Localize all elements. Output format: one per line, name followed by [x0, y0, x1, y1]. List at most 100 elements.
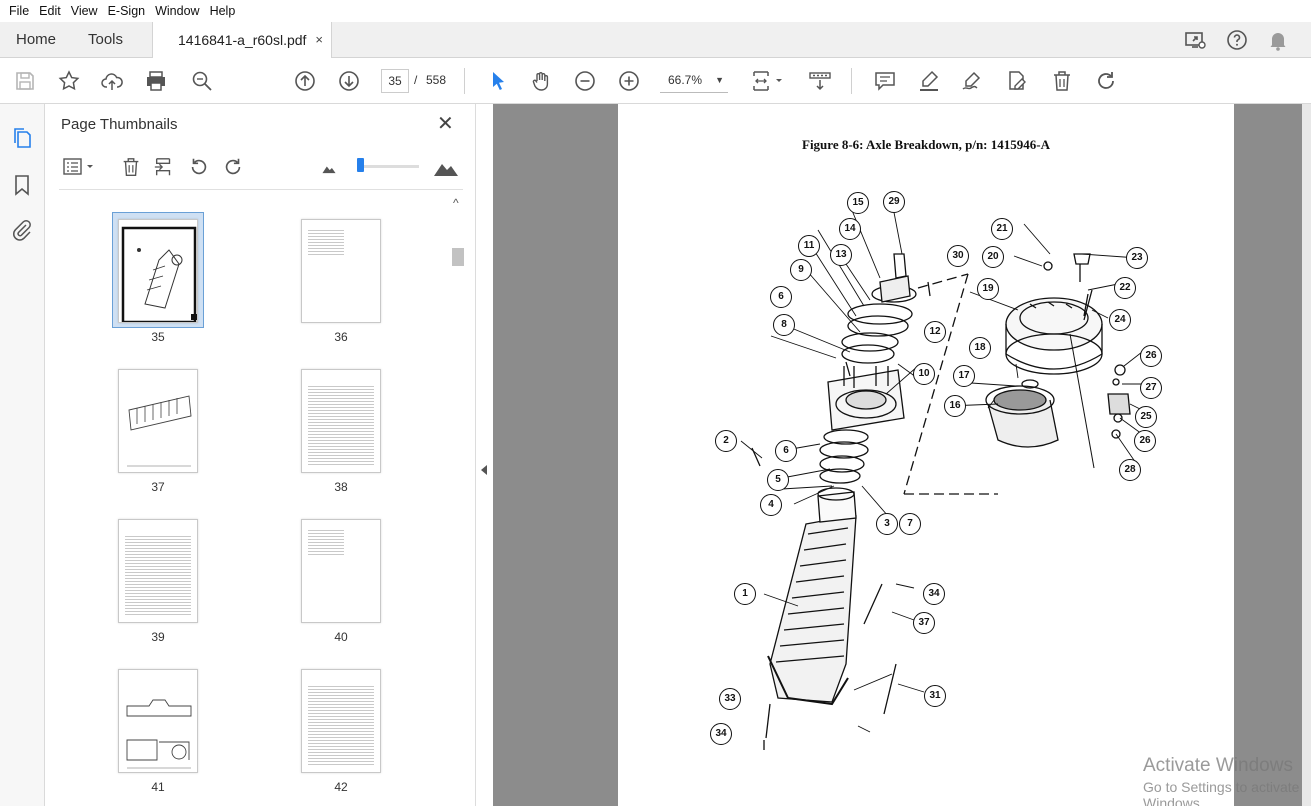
page-thumbnail[interactable]: [301, 369, 381, 473]
main-toolbar: 35 / 558 66.7% ▼: [0, 58, 1311, 104]
thumbnail-text-line: [308, 752, 374, 753]
document-scrollbar[interactable]: [1302, 104, 1311, 806]
previous-page-icon[interactable]: [293, 69, 317, 93]
thumbnail-table-line: [308, 245, 344, 246]
thumbnail-text-line: [308, 686, 374, 687]
menu-esign[interactable]: E-Sign: [103, 0, 151, 22]
thumbnail-text-line: [308, 413, 374, 414]
share-screen-icon[interactable]: [1183, 28, 1207, 52]
thumbnail-page-number: 39: [151, 630, 165, 644]
thumbnail-text-line: [308, 425, 374, 426]
thumbnail-text-line: [308, 737, 374, 738]
tab-tools[interactable]: Tools: [88, 22, 123, 58]
menu-view[interactable]: View: [66, 0, 103, 22]
thumbnail-table-line: [308, 548, 344, 549]
print-icon[interactable]: [144, 69, 168, 93]
page-number-input[interactable]: 35: [381, 69, 409, 93]
callout-number: 12: [924, 321, 946, 343]
comment-icon[interactable]: [873, 69, 897, 93]
help-icon[interactable]: [1225, 28, 1249, 52]
delete-pages-icon[interactable]: [120, 156, 142, 178]
thumbnail-table-line: [308, 530, 344, 531]
thumbnail-text-line: [308, 398, 374, 399]
hand-tool-icon[interactable]: [529, 69, 553, 93]
thumbnail-size-slider-handle[interactable]: [357, 158, 364, 172]
thumbnail-text-line: [308, 764, 374, 765]
thumbnail-text-line: [308, 743, 374, 744]
thumbnail-text-line: [125, 602, 191, 603]
close-panel-icon[interactable]: ✕: [437, 114, 454, 134]
thumbnail-options-menu-icon[interactable]: [62, 156, 96, 178]
thumbnail-table-line: [308, 239, 344, 240]
page-thumbnail[interactable]: [118, 369, 198, 473]
scroll-up-icon[interactable]: ^: [453, 196, 459, 210]
highlight-pen-icon[interactable]: [917, 69, 941, 93]
thumbnail-page-number: 38: [334, 480, 348, 494]
thumbnail-text-line: [125, 539, 191, 540]
menu-window[interactable]: Window: [150, 0, 204, 22]
thumbnail-text-line: [308, 746, 374, 747]
page-separator: /: [414, 73, 418, 87]
redo-rotate-icon[interactable]: [1094, 69, 1118, 93]
page-thumbnail[interactable]: [118, 519, 198, 623]
menu-help[interactable]: Help: [205, 0, 241, 22]
thumbnail-text-line: [125, 551, 191, 552]
menu-file[interactable]: File: [4, 0, 34, 22]
scroll-mode-icon[interactable]: [808, 69, 832, 93]
close-tab-icon[interactable]: ×: [315, 22, 323, 58]
upload-cloud-icon[interactable]: [100, 69, 124, 93]
delete-trash-icon[interactable]: [1050, 69, 1074, 93]
callout-number: 25: [1135, 406, 1157, 428]
large-mountain-icon: [433, 154, 459, 180]
save-icon[interactable]: [13, 69, 37, 93]
bookmark-star-icon[interactable]: [57, 69, 81, 93]
thumbnail-text-line: [125, 578, 191, 579]
next-page-icon[interactable]: [337, 69, 361, 93]
page-thumbnails-panel: Page Thumbnails ✕ ^ 35 36 37 38 39 40 41 42: [45, 104, 475, 806]
notifications-bell-icon[interactable]: [1266, 28, 1290, 52]
tab-home[interactable]: Home: [16, 22, 56, 58]
select-cursor-icon[interactable]: [486, 69, 510, 93]
document-viewport[interactable]: Figure 8-6: Axle Breakdown, p/n: 1415946…: [493, 104, 1311, 806]
callout-number: 11: [798, 235, 820, 257]
page-thumbnail[interactable]: [301, 519, 381, 623]
thumbnail-text-line: [308, 437, 374, 438]
fit-page-icon[interactable]: [750, 69, 786, 93]
thumbnail-text-line: [308, 446, 374, 447]
thumbnail-figure: [127, 395, 192, 467]
thumbnail-text-line: [125, 590, 191, 591]
thumbnail-table-line: [308, 251, 344, 252]
page-thumbnail[interactable]: [301, 669, 381, 773]
rotate-clockwise-icon[interactable]: [222, 156, 244, 178]
callout-number: 3: [876, 513, 898, 535]
thumbnail-table-line: [308, 554, 344, 555]
thumbnail-text-line: [308, 461, 374, 462]
bookmarks-icon[interactable]: [10, 173, 34, 197]
insert-page-icon[interactable]: [153, 156, 175, 178]
page-thumbnails-icon[interactable]: [10, 126, 34, 150]
thumbnail-text-line: [308, 758, 374, 759]
thumbnail-scrollbar[interactable]: ^: [451, 196, 465, 806]
draw-sign-icon[interactable]: [960, 69, 984, 93]
thumbnail-text-line: [308, 443, 374, 444]
menu-edit[interactable]: Edit: [34, 0, 66, 22]
zoom-search-icon[interactable]: [190, 69, 214, 93]
page-thumbnail[interactable]: [118, 219, 198, 323]
zoom-level-select[interactable]: 66.7% ▼: [660, 69, 728, 93]
document-tab[interactable]: 1416841-a_r60sl.pdf ×: [152, 22, 332, 59]
thumbnail-text-line: [125, 548, 191, 549]
zoom-level-value: 66.7%: [668, 73, 703, 87]
thumbnail-size-slider[interactable]: [359, 165, 419, 168]
thumbnail-text-line: [125, 587, 191, 588]
page-thumbnail[interactable]: [301, 219, 381, 323]
edit-document-icon[interactable]: [1004, 69, 1028, 93]
rotate-counterclockwise-icon[interactable]: [188, 156, 210, 178]
thumbnail-text-line: [125, 593, 191, 594]
collapse-panel-handle[interactable]: [475, 104, 493, 806]
attachments-paperclip-icon[interactable]: [10, 218, 34, 242]
zoom-in-icon[interactable]: [617, 69, 641, 93]
scrollbar-thumb[interactable]: [452, 248, 464, 266]
page-thumbnail[interactable]: [118, 669, 198, 773]
zoom-out-icon[interactable]: [573, 69, 597, 93]
thumbnail-text-line: [308, 719, 374, 720]
